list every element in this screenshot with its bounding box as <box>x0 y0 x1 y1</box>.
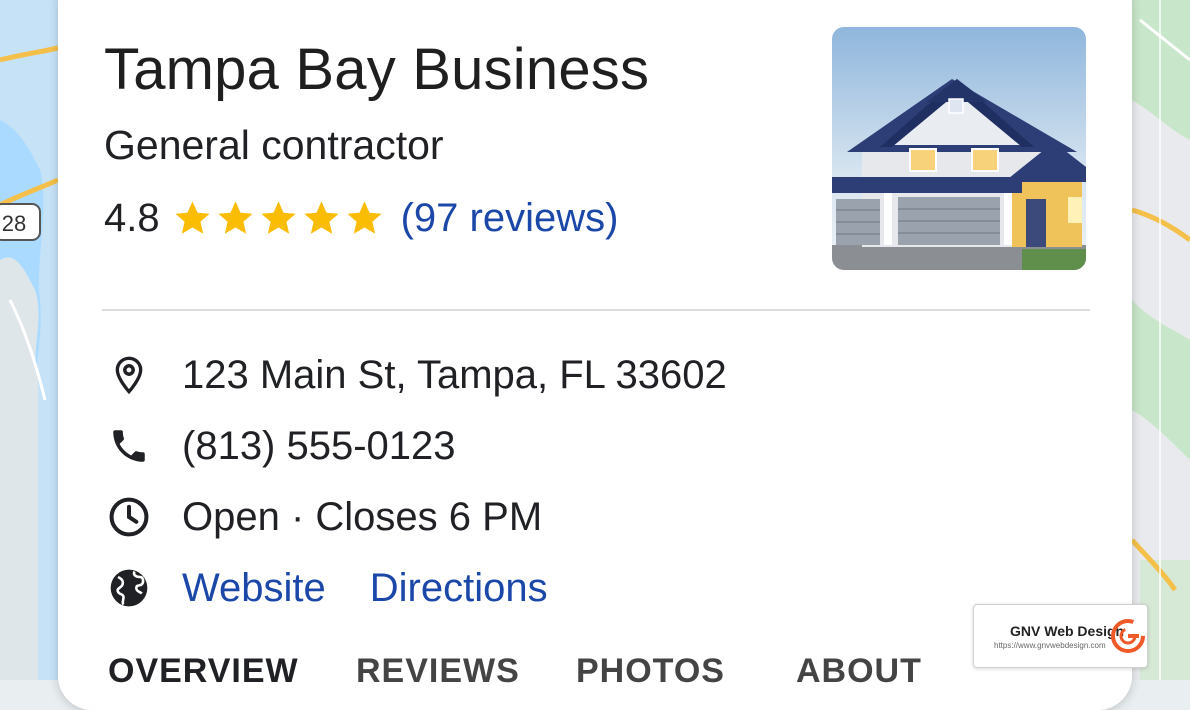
watermark-name: GNV Web Design <box>1010 623 1125 639</box>
star-icon <box>261 200 296 234</box>
route-shield: 28 <box>0 203 41 241</box>
phone-icon <box>104 421 154 471</box>
phone-row[interactable]: (813) 555-0123 <box>104 418 456 474</box>
hours-text: Open · Closes 6 PM <box>182 494 543 539</box>
business-photo[interactable] <box>832 27 1086 270</box>
watermark-url: https://www.gnvwebdesign.com <box>994 641 1106 650</box>
links-row: Website Directions <box>104 560 548 616</box>
address-row[interactable]: 123 Main St, Tampa, FL 33602 <box>104 347 727 403</box>
star-icon <box>218 200 253 234</box>
business-name: Tampa Bay Business <box>104 37 650 102</box>
clock-icon <box>104 492 154 542</box>
hours-row[interactable]: Open · Closes 6 PM <box>104 489 542 545</box>
star-icon <box>175 200 210 234</box>
phone-text: (813) 555-0123 <box>182 423 456 468</box>
star-icon <box>347 200 382 234</box>
house-photo-icon <box>832 27 1086 270</box>
globe-icon <box>104 563 154 613</box>
tab-reviews[interactable]: REVIEWS <box>356 652 520 691</box>
gnv-logo-icon <box>1111 619 1145 653</box>
tab-overview[interactable]: OVERVIEW <box>108 652 299 691</box>
star-rating <box>172 198 387 239</box>
business-category: General contractor <box>104 122 444 168</box>
rating-value: 4.8 <box>104 195 160 240</box>
tab-about[interactable]: ABOUT <box>796 652 922 691</box>
section-divider <box>102 309 1090 311</box>
rating-row: 4.8 (97 reviews) <box>104 193 618 243</box>
address-text: 123 Main St, Tampa, FL 33602 <box>182 352 727 397</box>
reviews-link[interactable]: (97 reviews) <box>401 196 619 241</box>
route-shield-label: 28 <box>2 211 26 236</box>
watermark-badge: GNV Web Design https://www.gnvwebdesign.… <box>973 604 1148 668</box>
star-icon <box>304 200 339 234</box>
directions-link[interactable]: Directions <box>370 566 548 611</box>
location-pin-icon <box>104 350 154 400</box>
website-link[interactable]: Website <box>182 566 326 611</box>
tab-photos[interactable]: PHOTOS <box>576 652 725 691</box>
